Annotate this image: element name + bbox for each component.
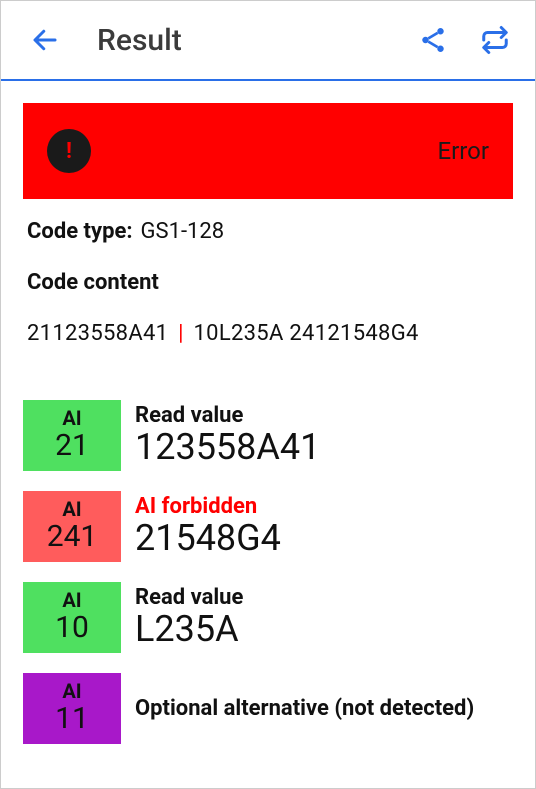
repeat-button[interactable] bbox=[475, 20, 515, 60]
ai-value: L235A bbox=[135, 608, 243, 650]
ai-row: AI 10 Read value L235A bbox=[23, 582, 513, 653]
ai-row: AI 21 Read value 123558A41 bbox=[23, 400, 513, 471]
ai-value: 123558A41 bbox=[135, 426, 320, 468]
ai-text: Read value 123558A41 bbox=[135, 400, 320, 471]
content-area: ! Error Code type: GS1-128 Code content … bbox=[1, 81, 535, 766]
code-type-label: Code type: bbox=[27, 219, 133, 244]
ai-title: AI bbox=[62, 679, 81, 703]
ai-badge: AI 10 bbox=[23, 582, 121, 653]
ai-number: 10 bbox=[55, 610, 89, 645]
ai-text: Read value L235A bbox=[135, 582, 243, 653]
raw-separator: | bbox=[178, 321, 184, 346]
ai-row: AI 241 AI forbidden 21548G4 bbox=[23, 491, 513, 562]
code-type-value: GS1-128 bbox=[141, 219, 225, 244]
share-button[interactable] bbox=[413, 20, 453, 60]
ai-header: AI forbidden bbox=[135, 494, 281, 519]
page-title: Result bbox=[97, 23, 413, 58]
ai-badge: AI 21 bbox=[23, 400, 121, 471]
ai-header: Read value bbox=[135, 403, 320, 428]
back-button[interactable] bbox=[21, 16, 69, 64]
status-banner: ! Error bbox=[23, 103, 513, 199]
status-label: Error bbox=[438, 137, 490, 165]
ai-number: 241 bbox=[47, 519, 98, 554]
ai-badge: AI 11 bbox=[23, 673, 121, 744]
repeat-icon bbox=[480, 25, 510, 55]
error-icon-glyph: ! bbox=[66, 139, 72, 164]
ai-header: Optional alternative (not detected) bbox=[135, 696, 474, 721]
ai-text: AI forbidden 21548G4 bbox=[135, 491, 281, 562]
code-content-value: 21123558A41 | 10L235A 24121548G4 bbox=[27, 321, 509, 346]
arrow-left-icon bbox=[30, 25, 60, 55]
code-type-row: Code type: GS1-128 bbox=[27, 219, 509, 244]
ai-header: Read value bbox=[135, 585, 243, 610]
code-content-label: Code content bbox=[27, 270, 509, 295]
raw-part-1: 21123558A41 bbox=[27, 321, 168, 346]
ai-value: 21548G4 bbox=[135, 517, 281, 559]
header-actions bbox=[413, 20, 515, 60]
ai-number: 21 bbox=[55, 428, 89, 463]
ai-badge: AI 241 bbox=[23, 491, 121, 562]
ai-rows: AI 21 Read value 123558A41 AI 241 AI for… bbox=[23, 400, 513, 744]
ai-row: AI 11 Optional alternative (not detected… bbox=[23, 673, 513, 744]
app-header: Result bbox=[1, 1, 535, 81]
raw-part-2: 10L235A 24121548G4 bbox=[194, 321, 419, 346]
error-icon: ! bbox=[47, 129, 91, 173]
ai-title: AI bbox=[62, 406, 81, 430]
ai-number: 11 bbox=[55, 701, 89, 736]
ai-title: AI bbox=[62, 497, 81, 521]
ai-title: AI bbox=[62, 588, 81, 612]
share-icon bbox=[418, 25, 448, 55]
ai-text: Optional alternative (not detected) bbox=[135, 673, 474, 744]
